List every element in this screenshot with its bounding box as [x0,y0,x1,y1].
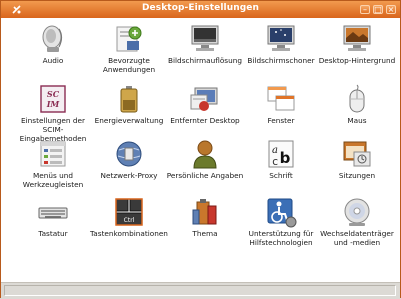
item-remote-desktop[interactable]: Entfernter Desktop [167,83,243,139]
item-label: Sitzungen [338,171,376,180]
item-network-proxy[interactable]: Netzwerk-Proxy [91,138,167,194]
item-label: Netzwerk-Proxy [100,171,158,180]
item-label: Bildschirmschoner [247,56,315,65]
status-bar [1,282,400,299]
desktop-background-icon [343,25,371,51]
item-theme[interactable]: Thema [167,196,243,252]
network-proxy-icon [116,141,142,167]
item-label: Bevorzugte Anwendungen [102,56,156,74]
close-icon: × [387,5,395,14]
keyboard-icon [38,207,68,219]
item-personal-info[interactable]: Persönliche Angaben [167,138,243,194]
sessions-icon [343,141,371,167]
svg-text:Ctrl: Ctrl [124,217,135,224]
icon-view: Audio Bevorzugte Anwendungen Bildschirma… [1,18,400,282]
item-label: Unterstützung für Hilfstechnologien [248,229,314,247]
minimize-icon: – [363,5,367,14]
svg-text:c: c [272,155,279,168]
preferred-apps-icon [116,26,142,52]
item-removable-media[interactable]: Wechseldatenträger und -medien [319,196,395,252]
preferences-window: Desktop-Einstellungen – □ × Audio Bevorz… [0,0,401,299]
maximize-icon: □ [374,5,382,14]
item-label: Persönliche Angaben [166,171,244,180]
item-label: Fenster [267,116,295,125]
item-sessions[interactable]: Sitzungen [319,138,395,194]
title-bar[interactable]: Desktop-Einstellungen – □ × [1,1,400,18]
item-preferred-applications[interactable]: Bevorzugte Anwendungen [91,23,167,79]
item-label: Tastatur [38,229,68,238]
item-assistive-technologies[interactable]: Unterstützung für Hilfstechnologien [243,196,319,252]
mouse-icon [349,84,365,113]
item-screensaver[interactable]: Bildschirmschoner [243,23,319,79]
item-audio[interactable]: Audio [15,23,91,79]
item-screen-resolution[interactable]: Bildschirmauflösung [167,23,243,79]
battery-icon [120,86,138,113]
menus-icon [40,141,66,167]
item-power-management[interactable]: Energieverwaltung [91,83,167,139]
keyboard-shortcuts-icon: Ctrl [115,198,143,226]
removable-media-icon [344,198,370,226]
close-button[interactable]: × [386,5,396,14]
theme-icon [192,199,217,225]
item-keyboard[interactable]: Tastatur [15,196,91,252]
item-label: Audio [42,56,64,65]
item-menus-toolbars[interactable]: Menüs und Werkzeugleisten [15,138,91,194]
item-scim-settings[interactable]: SC IM Einstellungen der SCIM-Eingabemeth… [15,83,91,143]
screensaver-icon [267,25,295,51]
maximize-button[interactable]: □ [373,5,383,14]
item-label: Bildschirmauflösung [168,56,242,65]
item-label: Desktop-Hintergrund [318,56,396,65]
window-title: Desktop-Einstellungen [141,3,260,13]
svg-text:b: b [280,149,291,167]
item-font[interactable]: a b c Schrift [243,138,319,194]
person-icon [193,140,217,169]
item-keyboard-shortcuts[interactable]: Ctrl Tastenkombinationen [90,196,168,252]
item-label: Wechseldatenträger und -medien [320,229,394,247]
item-label: Schrift [269,171,293,180]
item-label: Maus [347,116,367,125]
accessibility-icon [267,198,297,228]
item-label: Entfernter Desktop [170,116,240,125]
svg-text:IM: IM [46,99,61,109]
monitor-resolution-icon [191,25,219,51]
item-desktop-background[interactable]: Desktop-Hintergrund [319,23,395,79]
status-field [4,285,396,296]
font-icon: a b c [268,140,294,168]
svg-text:SC: SC [47,89,60,99]
windows-icon [267,86,295,111]
minimize-button[interactable]: – [360,5,370,14]
item-windows[interactable]: Fenster [243,83,319,139]
item-label: Thema [192,229,218,238]
item-mouse[interactable]: Maus [319,83,395,139]
item-label: Tastenkombinationen [90,229,168,238]
speaker-icon [42,25,63,52]
remote-desktop-icon [190,87,218,111]
item-label: Menüs und Werkzeugleisten [22,171,84,189]
item-label: Energieverwaltung [94,116,164,125]
scim-icon: SC IM [40,85,66,113]
